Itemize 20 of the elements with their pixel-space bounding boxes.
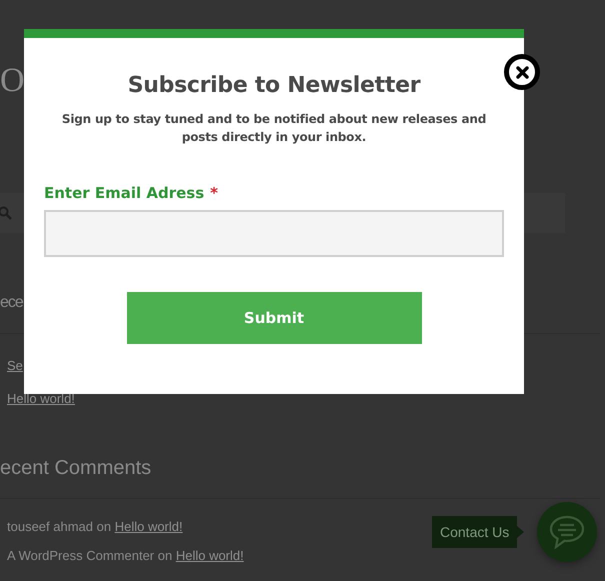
comment-entry: touseef ahmad on Hello world! [7, 519, 183, 534]
section-heading: ecent Comments [0, 456, 152, 480]
field-label: Enter Email Adress [44, 184, 204, 202]
post-link[interactable]: Hello world! [176, 548, 244, 563]
post-link[interactable]: Hello world! [114, 519, 183, 534]
pointer-icon [517, 526, 524, 538]
search-icon [0, 206, 12, 220]
close-button[interactable] [504, 54, 540, 90]
comment-entry: A WordPress Commenter on Hello world! [7, 548, 244, 563]
email-field[interactable] [44, 210, 504, 257]
site-title: O [0, 64, 25, 98]
submit-button[interactable]: Submit [126, 292, 422, 344]
post-link[interactable]: Hello world! [7, 391, 75, 406]
close-icon [516, 66, 528, 78]
modal-title: Subscribe to Newsletter [128, 72, 420, 100]
required-mark: * [210, 184, 218, 202]
modal-description: Sign up to stay tuned and to be notified about new releases and posts directly in your inbox. [60, 111, 488, 146]
section-heading: ece [0, 293, 23, 313]
chat-icon [549, 515, 586, 549]
post-link[interactable]: Se [7, 358, 23, 373]
